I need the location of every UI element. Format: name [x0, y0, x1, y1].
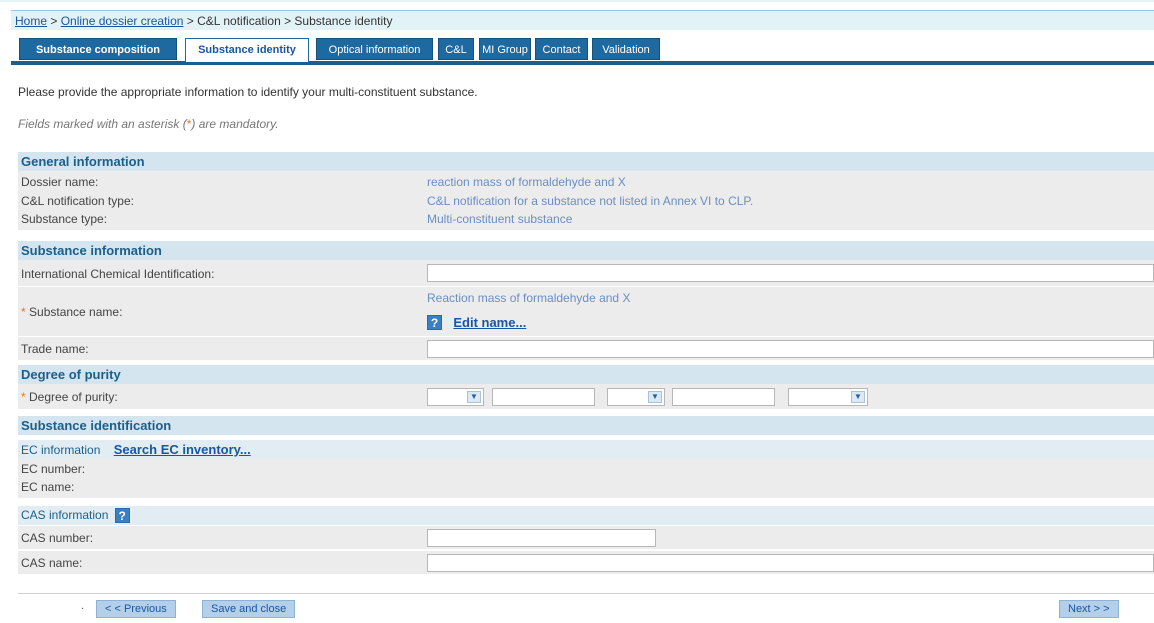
next-button[interactable]: Next > >	[1059, 600, 1119, 618]
tab-validation[interactable]: Validation	[592, 38, 660, 60]
general-info-rows: Dossier name: reaction mass of formaldeh…	[18, 171, 1154, 231]
cas-name-label: CAS name:	[21, 556, 83, 570]
tab-cl[interactable]: C&L	[438, 38, 474, 60]
substance-name-label: * Substance name:	[21, 305, 123, 319]
search-ec-inventory-link[interactable]: Search EC inventory...	[114, 442, 251, 457]
intro-text: Please provide the appropriate informati…	[18, 85, 478, 99]
cas-number-row: CAS number:	[18, 526, 1154, 550]
dossier-name-value: reaction mass of formaldehyde and X	[427, 175, 626, 189]
purity-upper-value-input[interactable]	[672, 388, 775, 406]
breadcrumb-home-link[interactable]: Home	[15, 14, 47, 28]
purity-upper-operator-select[interactable]: ▼	[607, 388, 665, 406]
trade-name-input[interactable]	[427, 340, 1154, 358]
breadcrumb-current: > C&L notification > Substance identity	[186, 14, 393, 28]
ici-input[interactable]	[427, 264, 1154, 282]
save-and-close-button[interactable]: Save and close	[202, 600, 296, 618]
tab-mi-group[interactable]: MI Group	[479, 38, 531, 60]
breadcrumb-separator: >	[50, 14, 58, 28]
help-icon[interactable]: ?	[427, 315, 442, 330]
button-bar: . < < Previous Save and close Next > >	[18, 593, 1154, 623]
help-icon[interactable]: ?	[114, 508, 130, 524]
ec-rows: EC number: EC name:	[18, 459, 1154, 499]
dossier-name-label: Dossier name:	[21, 175, 99, 189]
substance-name-value: Reaction mass of formaldehyde and X	[427, 291, 631, 305]
chevron-down-icon: ▼	[851, 391, 865, 403]
cas-information-label: CAS information	[21, 508, 109, 522]
edit-name-link[interactable]: Edit name...	[453, 315, 526, 330]
previous-button[interactable]: < < Previous	[96, 600, 176, 618]
ec-information-header: EC information Search EC inventory...	[18, 440, 1154, 459]
tab-optical-information[interactable]: Optical information	[316, 38, 433, 60]
section-substance-information: Substance information	[18, 241, 1154, 260]
cas-number-input[interactable]	[427, 529, 656, 547]
breadcrumb: Home > Online dossier creation > C&L not…	[11, 10, 1154, 30]
button-bar-dot: .	[81, 600, 85, 612]
section-general-information: General information	[18, 152, 1154, 171]
mandatory-note: Fields marked with an asterisk (*) are m…	[18, 117, 279, 131]
trade-name-row: Trade name:	[18, 337, 1154, 361]
cas-number-label: CAS number:	[21, 531, 94, 545]
cas-name-input[interactable]	[427, 554, 1154, 572]
edit-name-area: ? Edit name...	[427, 315, 526, 330]
ec-number-label: EC number:	[21, 462, 86, 476]
ici-row: International Chemical Identification:	[18, 260, 1154, 287]
purity-lower-operator-select[interactable]: ▼	[427, 388, 484, 406]
purity-row: * Degree of purity: ▼ ▼ ▼	[18, 384, 1154, 410]
trade-name-label: Trade name:	[21, 342, 89, 356]
top-border	[0, 0, 1154, 10]
cas-name-row: CAS name:	[18, 551, 1154, 575]
section-degree-of-purity: Degree of purity	[18, 365, 1154, 384]
chevron-down-icon: ▼	[648, 391, 662, 403]
chevron-down-icon: ▼	[467, 391, 481, 403]
cl-notification-type-value: C&L notification for a substance not lis…	[427, 194, 754, 208]
substance-type-label: Substance type:	[21, 212, 108, 226]
cas-information-header: CAS information ?	[18, 506, 1154, 525]
purity-lower-value-input[interactable]	[492, 388, 595, 406]
section-substance-identification: Substance identification	[18, 416, 1154, 435]
substance-name-row: * Substance name: Reaction mass of forma…	[18, 287, 1154, 337]
tab-bar: Substance composition Substance identity…	[11, 38, 1154, 65]
cl-notification-type-label: C&L notification type:	[21, 194, 134, 208]
tab-substance-composition[interactable]: Substance composition	[19, 38, 177, 60]
ec-information-label: EC information	[21, 443, 101, 457]
ec-name-label: EC name:	[21, 480, 75, 494]
tab-contact[interactable]: Contact	[535, 38, 588, 60]
purity-label: * Degree of purity:	[21, 390, 118, 404]
purity-unit-select[interactable]: ▼	[788, 388, 868, 406]
substance-type-value: Multi-constituent substance	[427, 212, 573, 226]
tab-substance-identity[interactable]: Substance identity	[185, 38, 309, 62]
ici-label: International Chemical Identification:	[21, 267, 215, 281]
breadcrumb-online-dossier-link[interactable]: Online dossier creation	[61, 14, 184, 28]
